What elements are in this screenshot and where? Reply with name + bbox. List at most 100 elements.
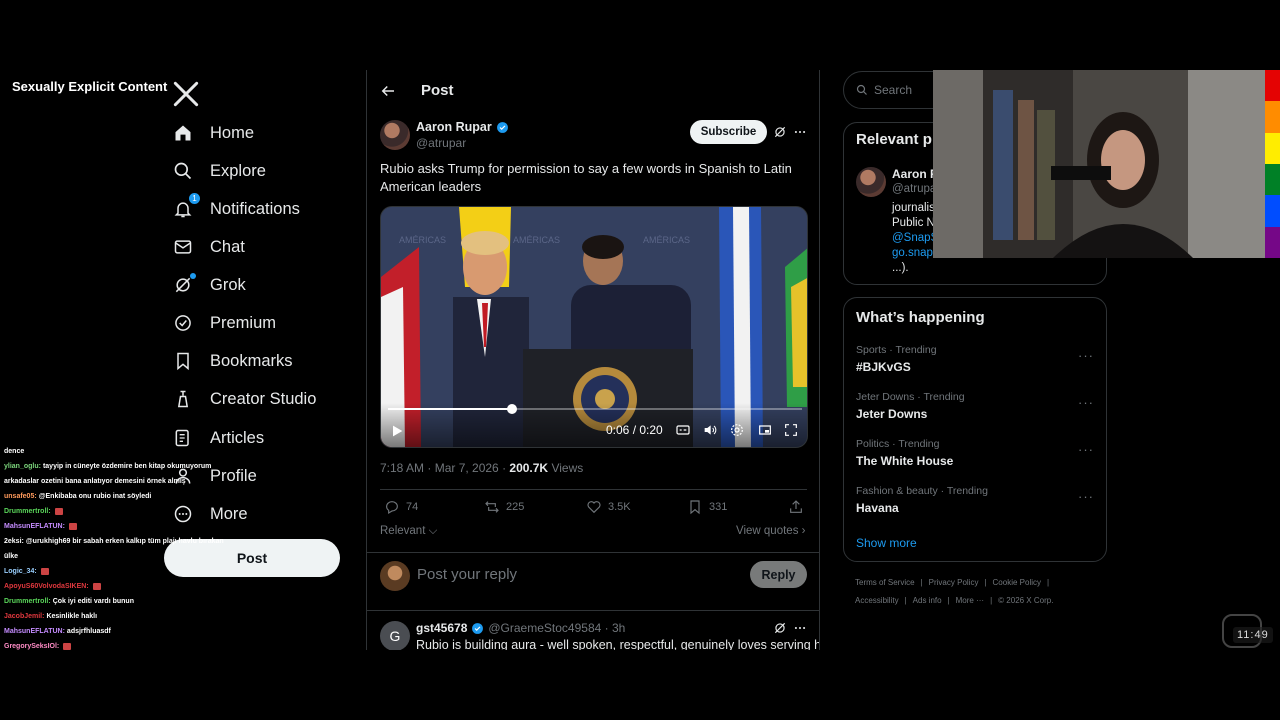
relevant-person-handle[interactable]: @atrupa (892, 183, 936, 195)
author-name[interactable]: Aaron Rupar (416, 120, 509, 134)
reply-icon (386, 501, 398, 515)
more-options-icon[interactable] (793, 621, 807, 635)
bio-mention-link[interactable]: @SnapS (892, 231, 938, 246)
chat-username[interactable]: GregorySeksIOl: (4, 643, 59, 650)
nav-item-notifications[interactable]: 1 Notifications (172, 190, 300, 228)
creator-studio-icon (172, 388, 194, 410)
nav-item-creator-studio[interactable]: Creator Studio (172, 380, 316, 418)
play-icon[interactable] (389, 423, 405, 439)
nav-item-premium[interactable]: Premium (172, 304, 276, 342)
show-more-link[interactable]: Show more (856, 536, 917, 550)
volume-icon[interactable] (702, 422, 718, 438)
nav-item-home[interactable]: Home (172, 114, 254, 152)
x-logo-icon[interactable] (170, 78, 202, 110)
reply-input[interactable]: Post your reply (417, 566, 517, 583)
stream-chat-overlay: dence ylian_oglu: tayyip in cüneyte özdemi… (4, 444, 294, 654)
nav-item-explore[interactable]: Explore (172, 152, 266, 190)
trend-name: Havana (856, 501, 899, 515)
relevant-person-avatar[interactable] (856, 167, 886, 197)
nav-item-grok[interactable]: Grok (172, 266, 246, 304)
repost-count: 225 (506, 501, 525, 513)
grok-icon (172, 273, 196, 296)
picture-in-picture-icon[interactable] (757, 422, 773, 438)
video-progress-bar[interactable] (388, 404, 802, 414)
footer-link-more[interactable]: More ··· (956, 596, 984, 605)
chat-username[interactable]: JacobJemil: (4, 613, 44, 620)
pride-flag-strip (1265, 70, 1280, 258)
video-player[interactable]: AMÉRICAS AMÉRICAS AMÉRICAS 0:06 / 0:20 (380, 206, 808, 448)
verified-badge-icon (172, 312, 194, 334)
bookmark-button[interactable]: 331 (687, 499, 727, 515)
sort-replies-dropdown[interactable]: Relevant ⌵ (380, 525, 437, 538)
trend-item[interactable]: Sports · Trending #BJKvGS ··· (856, 344, 1096, 374)
search-icon (172, 160, 194, 182)
more-options-icon[interactable]: ··· (1078, 348, 1094, 363)
search-icon (856, 84, 867, 95)
settings-gear-icon[interactable] (729, 422, 745, 438)
bio-line: Public N (892, 217, 935, 229)
chat-username[interactable]: Logic_34: (4, 568, 37, 575)
footer-link-accessibility[interactable]: Accessibility (855, 596, 899, 605)
author-avatar[interactable] (380, 120, 410, 150)
more-options-icon[interactable]: ··· (1078, 489, 1094, 504)
chat-message: Drummertroll: Çok iyi editi vardı bunun (4, 594, 294, 609)
footer-link-ads-info[interactable]: Ads info (913, 596, 942, 605)
notification-badge: 1 (189, 193, 200, 204)
chat-username[interactable]: ApoyuS60VolvodaSIKEN: (4, 583, 89, 590)
divider (380, 489, 807, 490)
flag-stripe (1265, 70, 1280, 102)
chat-username[interactable]: ylian_oglu: (4, 463, 41, 470)
fullscreen-icon[interactable] (783, 422, 799, 438)
nav-item-bookmarks[interactable]: Bookmarks (172, 342, 293, 380)
footer-link-terms[interactable]: Terms of Service (855, 578, 915, 587)
bell-icon: 1 (172, 193, 200, 220)
bio-url-link[interactable]: go.snap (892, 246, 938, 261)
reply-author[interactable]: gst45678 @GraemeStoc49584 · 3h (416, 621, 625, 635)
subscribe-button[interactable]: Subscribe (690, 120, 767, 144)
reply-button[interactable]: Reply (750, 561, 807, 588)
footer-link-cookie[interactable]: Cookie Policy (993, 578, 1041, 587)
svg-text:AMÉRICAS: AMÉRICAS (399, 235, 446, 245)
chat-message: JacobJemil: Kesinlikle haklı (4, 609, 294, 624)
share-button[interactable] (788, 499, 804, 515)
view-quotes-label: View quotes (736, 525, 799, 537)
footer-link-privacy[interactable]: Privacy Policy (929, 578, 979, 587)
nav-item-chat[interactable]: Chat (172, 228, 245, 266)
chat-username[interactable]: Drummertroll: (4, 598, 51, 605)
trend-item[interactable]: Politics · Trending The White House ··· (856, 438, 1096, 468)
chat-username[interactable]: unsafe05: (4, 493, 37, 500)
whats-happening-title: What’s happening (856, 309, 985, 326)
trend-item[interactable]: Jeter Downs · Trending Jeter Downs ··· (856, 391, 1096, 421)
divider (367, 552, 819, 553)
view-quotes-link[interactable]: View quotes › (736, 525, 806, 537)
reply-count-button[interactable]: 74 (384, 499, 418, 515)
trend-category: Sports · Trending (856, 344, 937, 356)
chat-username[interactable]: Drummertroll: (4, 508, 51, 515)
footer-separator: | (947, 596, 950, 605)
views-count: 200.7K (509, 461, 549, 475)
repost-button[interactable]: 225 (484, 499, 524, 515)
author-handle[interactable]: @atrupar (416, 136, 466, 150)
back-arrow-icon[interactable] (379, 82, 397, 100)
current-user-avatar[interactable] (380, 561, 410, 591)
more-options-icon[interactable]: ··· (1078, 395, 1094, 410)
trend-item[interactable]: Fashion & beauty · Trending Havana ··· (856, 485, 1096, 515)
like-button[interactable]: 3.5K (586, 499, 631, 515)
more-options-icon[interactable]: ··· (1078, 442, 1094, 457)
trend-category: Fashion & beauty · Trending (856, 485, 988, 497)
chat-username[interactable]: MahsunEFLATUN: (4, 628, 65, 635)
captions-icon[interactable] (675, 422, 691, 438)
new-dot-icon (190, 273, 196, 279)
relevant-person-bio: journalis Public N @SnapS go.snap ...). (892, 201, 938, 276)
verified-icon (472, 622, 484, 634)
grok-icon[interactable] (773, 621, 787, 635)
more-options-icon[interactable] (793, 125, 807, 139)
bio-line: ...). (892, 262, 909, 274)
reply-author-avatar[interactable]: G (380, 621, 410, 650)
tweet-timestamp[interactable]: 7:18 AM · Mar 7, 2026 · (380, 461, 509, 475)
chat-username[interactable]: MahsunEFLATUN: (4, 523, 65, 530)
relevant-person-name[interactable]: Aaron R (892, 167, 939, 181)
chat-username[interactable]: 2eksi: (4, 538, 24, 545)
nav-label: Bookmarks (210, 351, 293, 370)
grok-icon[interactable] (773, 125, 787, 139)
